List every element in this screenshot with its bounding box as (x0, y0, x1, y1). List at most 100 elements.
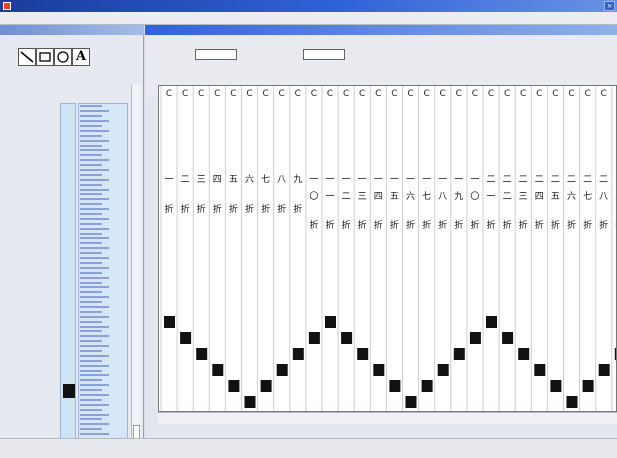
file-list-item-label (80, 379, 102, 382)
column-ones: 六 (566, 192, 576, 202)
column-nums: 二 (613, 176, 616, 185)
column-header: C (310, 89, 318, 99)
file-list-item-label (80, 266, 109, 269)
file-list-item-label (80, 110, 109, 113)
file-list-item-label (80, 428, 102, 431)
column-ziA: 折 (164, 205, 174, 215)
column-header: C (487, 89, 495, 99)
horizontal-scrollbar[interactable] (158, 412, 617, 424)
note-block[interactable] (244, 396, 256, 408)
column-header: C (198, 89, 205, 99)
note-block[interactable] (421, 380, 433, 392)
column-ziB: 折 (518, 221, 528, 231)
column-ziB: 折 (599, 221, 609, 231)
note-block[interactable] (276, 364, 288, 376)
file-list-item-label (80, 354, 109, 357)
score-canvas[interactable]: C一折C二折C三折C四折C五折C六折C七折C八折C九折C一〇折C一一折C一二折C… (158, 85, 617, 412)
note-block[interactable] (502, 332, 514, 344)
rectangle-tool-icon[interactable] (36, 48, 54, 66)
note-block[interactable] (550, 380, 562, 392)
file-list[interactable] (78, 103, 128, 458)
drawing-toolbox: A (18, 48, 128, 68)
note-block[interactable] (164, 316, 175, 328)
column-header: C (342, 89, 350, 99)
column-nums: 一 (309, 175, 319, 185)
column-nums: 一 (454, 175, 464, 185)
note-block[interactable] (212, 364, 224, 376)
column-header: C (520, 89, 527, 99)
column-ziB: 折 (357, 221, 367, 231)
note-block[interactable] (437, 364, 449, 376)
note-block[interactable] (260, 380, 272, 392)
file-list-item-label (80, 188, 109, 191)
column-header: C (471, 89, 479, 99)
column-nums: 三 (196, 175, 206, 185)
note-block[interactable] (389, 380, 401, 392)
column-nums: 一 (373, 175, 383, 185)
file-list-item-label (80, 335, 109, 338)
file-list-item-label (80, 305, 109, 308)
end-input[interactable] (303, 49, 345, 60)
line-tool-icon[interactable] (18, 48, 36, 66)
file-list-item-label (80, 286, 109, 289)
vertical-strip (60, 103, 76, 458)
column-header: C (536, 89, 543, 99)
file-list-item-label (80, 213, 102, 216)
left-panel: A (0, 25, 144, 458)
column-header: C (584, 89, 591, 99)
note-block[interactable] (518, 348, 530, 360)
file-list-item-label (80, 178, 109, 181)
file-list-item-label (80, 149, 109, 152)
note-block[interactable] (598, 364, 610, 376)
column-nums: 一 (325, 175, 335, 185)
file-list-item-label (80, 242, 102, 245)
file-list-item-label (80, 364, 109, 367)
column-ziB: 折 (613, 222, 616, 231)
column-nums: 一 (438, 175, 448, 185)
close-button[interactable]: × (604, 1, 615, 11)
file-list-item-label (80, 257, 109, 260)
note-block[interactable] (180, 332, 192, 344)
note-block[interactable] (405, 396, 417, 408)
note-block[interactable] (308, 332, 320, 344)
note-block[interactable] (196, 348, 208, 360)
note-block[interactable] (534, 364, 546, 376)
note-block[interactable] (453, 348, 465, 360)
column-nums: 一 (389, 175, 399, 185)
note-block[interactable] (228, 380, 240, 392)
column-ziB: 折 (566, 221, 576, 231)
column-ones: 九 (454, 192, 464, 202)
note-block[interactable] (582, 380, 594, 392)
start-input[interactable] (195, 49, 237, 60)
column-header: C (613, 90, 616, 99)
note-block[interactable] (357, 348, 369, 360)
note-block[interactable] (292, 348, 304, 360)
column-nums: 一 (405, 175, 415, 185)
file-list-item-label (80, 159, 109, 162)
column-ziB: 折 (470, 221, 480, 231)
column-nums: 一 (341, 175, 351, 185)
note-block[interactable] (325, 316, 336, 328)
window-titlebar: × (0, 0, 617, 12)
column-header: C (600, 89, 607, 99)
column-header: C (439, 89, 446, 99)
column-ziB: 折 (341, 221, 351, 231)
note-block[interactable] (486, 316, 497, 328)
file-list-item-label (80, 173, 102, 176)
file-list-item-label (80, 320, 102, 323)
column-ziB: 折 (389, 221, 399, 231)
note-block[interactable] (566, 396, 578, 408)
text-tool-icon[interactable]: A (72, 48, 90, 66)
column-header: C (262, 89, 269, 99)
file-list-item-label (80, 125, 102, 127)
note-block[interactable] (469, 332, 481, 344)
file-list-item-label (80, 183, 102, 186)
column-nums: 二 (550, 175, 560, 185)
column-nums: 四 (212, 175, 222, 185)
note-block[interactable] (373, 364, 385, 376)
column-nums: 二 (518, 175, 528, 185)
note-block[interactable] (341, 332, 353, 344)
left-scrollbar[interactable] (131, 85, 141, 458)
ellipse-tool-icon[interactable] (54, 48, 72, 66)
score-window-titlebar (145, 25, 617, 35)
